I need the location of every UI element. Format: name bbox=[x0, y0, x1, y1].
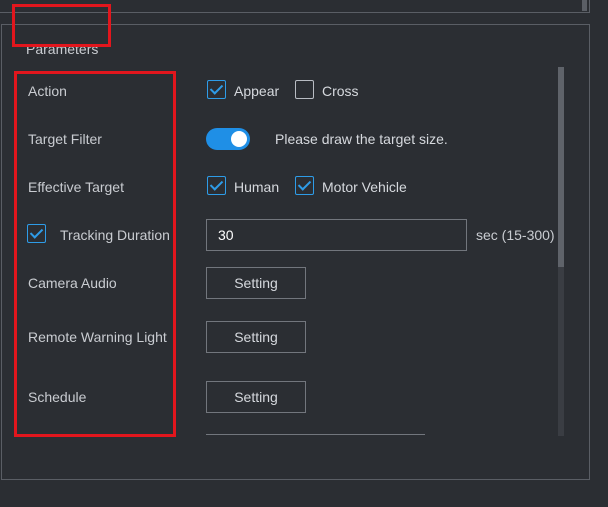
tracking-duration-checkbox[interactable] bbox=[27, 224, 46, 243]
previous-panel-scrollbar[interactable] bbox=[582, 0, 587, 11]
target-filter-label: Target Filter bbox=[28, 131, 102, 147]
remote-warning-light-setting-button[interactable]: Setting bbox=[206, 321, 306, 353]
appear-checkbox[interactable] bbox=[207, 80, 226, 99]
previous-panel-edge bbox=[0, 0, 590, 13]
target-filter-toggle[interactable] bbox=[206, 128, 250, 150]
parameters-scrollbar-thumb[interactable] bbox=[558, 67, 564, 267]
human-checkbox[interactable] bbox=[207, 176, 226, 195]
next-control-edge bbox=[206, 434, 425, 435]
schedule-label: Schedule bbox=[28, 389, 87, 405]
camera-audio-setting-button[interactable]: Setting bbox=[206, 267, 306, 299]
cross-option-label[interactable]: Cross bbox=[322, 83, 359, 99]
parameters-scrollbar[interactable] bbox=[558, 67, 564, 436]
action-label: Action bbox=[28, 83, 67, 99]
human-option-label[interactable]: Human bbox=[234, 179, 279, 195]
toggle-knob bbox=[231, 131, 247, 147]
effective-target-label: Effective Target bbox=[28, 179, 124, 195]
target-filter-hint: Please draw the target size. bbox=[275, 131, 448, 147]
tracking-duration-unit: sec (15-300) bbox=[476, 227, 555, 243]
motor-vehicle-checkbox[interactable] bbox=[295, 176, 314, 195]
remote-warning-light-label: Remote Warning Light bbox=[28, 329, 167, 345]
camera-audio-label: Camera Audio bbox=[28, 275, 117, 291]
schedule-setting-button[interactable]: Setting bbox=[206, 381, 306, 413]
appear-option-label[interactable]: Appear bbox=[234, 83, 279, 99]
tracking-duration-label: Tracking Duration bbox=[60, 227, 170, 243]
parameters-legend: Parameters bbox=[18, 41, 107, 57]
tracking-duration-input[interactable] bbox=[206, 219, 467, 251]
motor-vehicle-option-label[interactable]: Motor Vehicle bbox=[322, 179, 407, 195]
cross-checkbox[interactable] bbox=[295, 80, 314, 99]
